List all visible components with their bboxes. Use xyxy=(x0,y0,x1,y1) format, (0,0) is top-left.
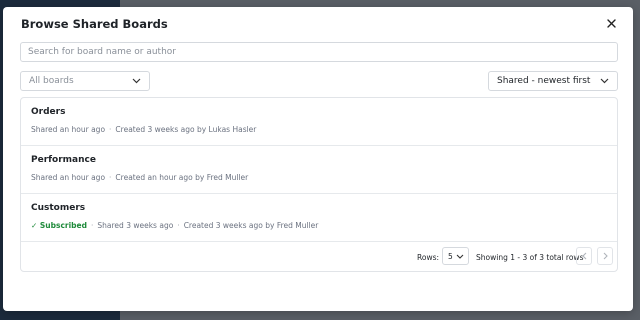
board-meta: Shared an hour ago · Created 3 weeks ago b… xyxy=(31,125,256,134)
sort-value: Shared - newest first xyxy=(497,76,591,86)
chevron-right-icon xyxy=(603,252,608,260)
chevron-down-icon xyxy=(455,251,465,261)
chevron-down-icon xyxy=(599,76,609,86)
next-page-button[interactable] xyxy=(597,247,613,265)
close-icon xyxy=(606,18,616,28)
board-meta: Shared an hour ago · Created an hour ago b… xyxy=(31,173,248,182)
board-filter-value: All boards xyxy=(29,76,74,86)
browse-shared-boards-modal: Browse Shared Boards All boards Shared -… xyxy=(3,7,633,311)
chevron-left-icon xyxy=(581,252,586,260)
board-filter-dropdown[interactable]: All boards xyxy=(20,71,150,91)
meta-separator: · xyxy=(109,125,112,134)
boards-list: Orders Shared an hour ago · Created 3 week… xyxy=(20,97,618,272)
list-item-board[interactable]: Performance Shared an hour ago · Created a… xyxy=(21,146,617,194)
pagination-bar: Rows: 5 Showing 1 - 3 of 3 total rows xyxy=(21,242,617,271)
chevron-down-icon xyxy=(131,76,141,86)
rows-label: Rows: xyxy=(417,253,440,262)
previous-page-button[interactable] xyxy=(576,247,592,265)
board-meta: ✓ Subscribed · Shared 3 weeks ago · Created … xyxy=(31,221,318,230)
board-name: Customers xyxy=(31,203,86,213)
board-created-info: Created an hour ago by Fred Muller xyxy=(115,173,249,182)
list-item-board[interactable]: Customers ✓ Subscribed · Shared 3 weeks ag… xyxy=(21,194,617,242)
rows-per-page-value: 5 xyxy=(448,251,453,261)
close-button[interactable] xyxy=(603,15,619,31)
board-name: Performance xyxy=(31,155,96,165)
board-shared-time: Shared an hour ago xyxy=(31,125,106,134)
board-shared-time: Shared an hour ago xyxy=(31,173,106,182)
meta-separator: · xyxy=(177,221,180,230)
sort-dropdown[interactable]: Shared - newest first xyxy=(488,71,618,91)
board-created-info: Created 3 weeks ago by Fred Muller xyxy=(183,221,319,230)
board-shared-time: Shared 3 weeks ago xyxy=(97,221,174,230)
board-name: Orders xyxy=(31,107,66,117)
rows-count-text: Showing 1 - 3 of 3 total rows xyxy=(476,253,584,262)
rows-per-page-select[interactable]: 5 xyxy=(442,247,469,265)
subscribed-badge: ✓ Subscribed xyxy=(31,221,88,230)
modal-title: Browse Shared Boards xyxy=(21,17,168,31)
meta-separator: · xyxy=(109,173,112,182)
board-created-info: Created 3 weeks ago by Lukas Hasler xyxy=(115,125,257,134)
list-item-board[interactable]: Orders Shared an hour ago · Created 3 week… xyxy=(21,98,617,146)
meta-separator: · xyxy=(91,221,94,230)
search-input[interactable] xyxy=(20,42,618,62)
